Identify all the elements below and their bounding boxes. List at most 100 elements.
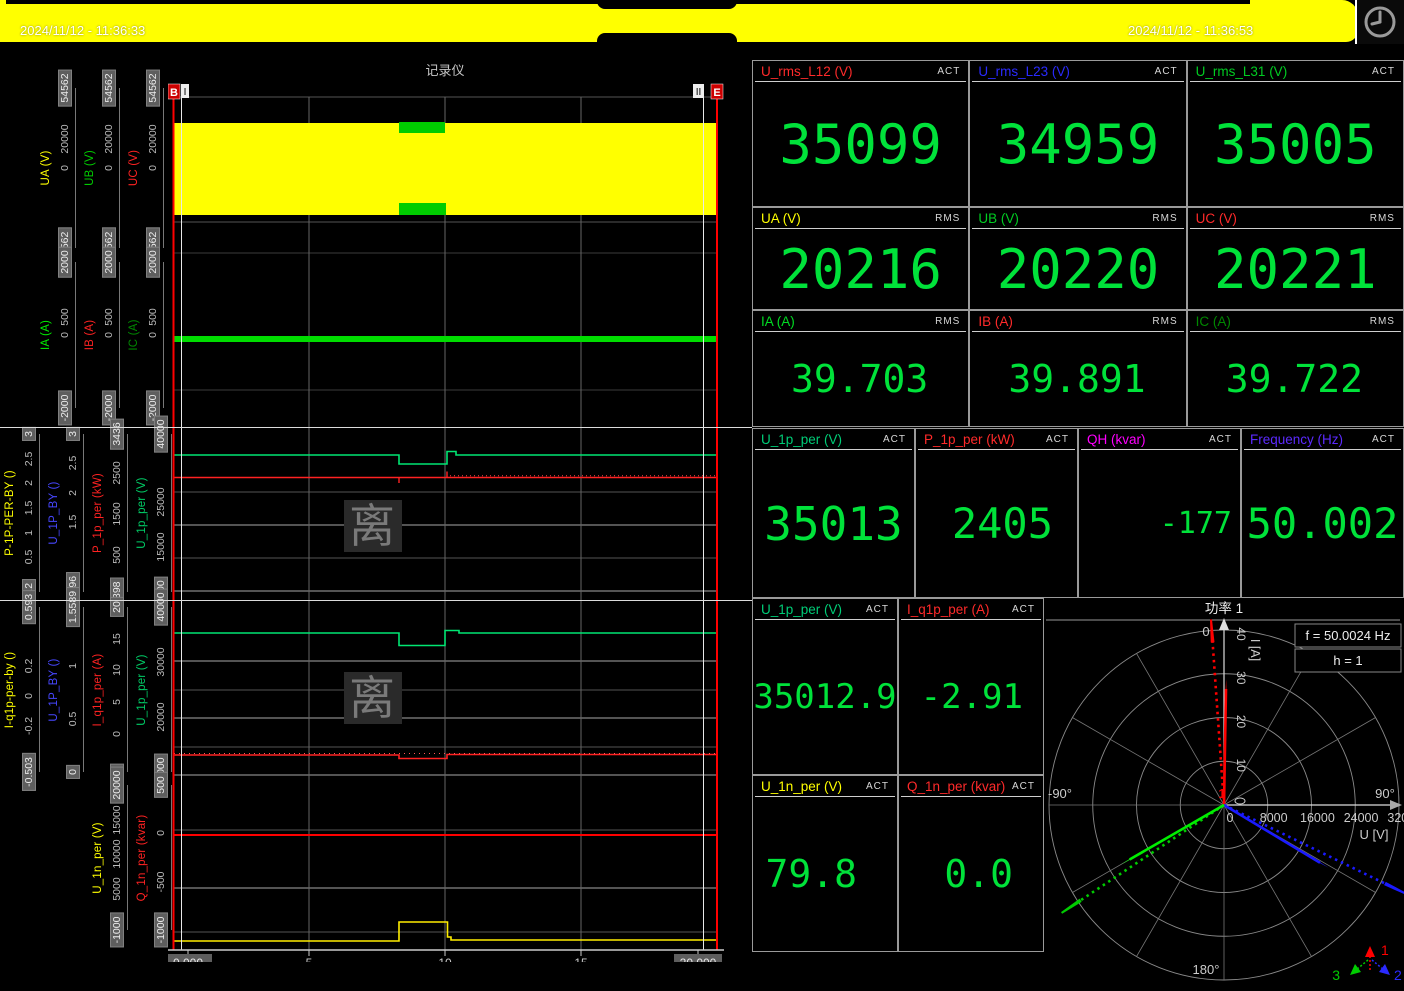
meter-mode: ACT: [1372, 64, 1395, 77]
axis-tick[interactable]: 0.2: [23, 659, 35, 674]
axis-tick[interactable]: 0.5: [23, 550, 35, 565]
meter-qh-kvar-: QH (kvar)ACT-177: [1079, 429, 1240, 597]
axis-tick[interactable]: 25000: [155, 487, 167, 516]
begin-marker[interactable]: B: [168, 84, 180, 99]
axis-tick[interactable]: 54562: [102, 69, 116, 106]
axis-tick[interactable]: 2: [23, 480, 35, 486]
watermark: 离: [349, 672, 395, 724]
axis-tick[interactable]: 0: [147, 165, 159, 171]
axis-tick[interactable]: 500: [147, 308, 159, 326]
phasor-center-label: 1: [1218, 786, 1225, 801]
axis-tick[interactable]: 5: [111, 699, 123, 705]
recorder-region: 记录仪 UA (V)54562200000-54562UB (V)5456220…: [0, 42, 752, 991]
axis-tick[interactable]: 500: [111, 546, 123, 564]
axis-tick[interactable]: -1000: [154, 913, 168, 948]
axis-tick[interactable]: 15000: [111, 805, 123, 834]
axis-tick[interactable]: 2.5: [23, 451, 35, 466]
axis-tick[interactable]: 40000: [154, 415, 168, 452]
axis-tick[interactable]: 0: [111, 731, 123, 737]
meter-value: -177: [1079, 450, 1240, 597]
i-axis-label: I [A]: [1248, 639, 1262, 661]
axis-tick[interactable]: 0: [103, 332, 115, 338]
axis-tick[interactable]: 10000: [111, 839, 123, 868]
meter-mode: ACT: [1012, 779, 1035, 792]
axis-tick[interactable]: 54562: [58, 69, 72, 106]
axis-label: UA (V): [40, 150, 52, 185]
axis-tick[interactable]: 2500: [111, 461, 123, 484]
i-axis-tick: 30: [1234, 671, 1248, 685]
meter-label: QH (kvar): [1087, 432, 1146, 447]
axis-tick[interactable]: 1.5: [23, 501, 35, 516]
axis-line: [119, 88, 120, 248]
axis-tick[interactable]: 20000: [103, 124, 115, 153]
legend-2: 2: [1394, 967, 1402, 983]
axis-tick[interactable]: 0: [59, 332, 71, 338]
meter-value: 39.722: [1188, 332, 1403, 426]
axis-tick[interactable]: 1500: [111, 502, 123, 525]
meter-p-1p-per-kw-: P_1p_per (kW)ACT2405: [916, 429, 1077, 597]
axis-tick[interactable]: 1.5: [67, 515, 79, 530]
axis-tick[interactable]: 0.593: [22, 590, 36, 624]
axis-line: [75, 262, 76, 408]
axis-tick[interactable]: 2000: [146, 246, 160, 277]
axis-tick[interactable]: 3436: [110, 418, 124, 449]
axis-tick[interactable]: 20000: [155, 702, 167, 731]
phasor-info-1: h = 1: [1333, 653, 1362, 668]
clock-button[interactable]: [1357, 0, 1404, 44]
meter-u-rms-l12-v-: U_rms_L12 (V)ACT35099: [753, 61, 968, 206]
axis-tick[interactable]: 0: [147, 332, 159, 338]
axis-tick[interactable]: 0: [23, 693, 35, 699]
axis-tick[interactable]: 1: [67, 663, 79, 669]
axis-tick[interactable]: -1000: [110, 913, 124, 948]
axis-tick[interactable]: -500: [155, 871, 167, 892]
axis-tick[interactable]: 0.5: [67, 712, 79, 727]
axis-tick[interactable]: 40000: [154, 588, 168, 625]
axis-tick[interactable]: 3: [66, 427, 80, 441]
axis-line: [163, 262, 164, 408]
i-axis-tick: 20: [1234, 715, 1248, 729]
axis-tick[interactable]: 0: [66, 765, 80, 779]
axis-tick[interactable]: 500: [154, 772, 168, 798]
axis-tick[interactable]: 2: [67, 490, 79, 496]
clock-icon: [1357, 0, 1404, 44]
axis-tick[interactable]: 10: [111, 665, 123, 677]
axis-tick[interactable]: 20000: [147, 124, 159, 153]
meter-ua-v-: UA (V)RMS20216: [753, 208, 968, 309]
axis-tick[interactable]: 0: [103, 165, 115, 171]
axis-tick[interactable]: 5000: [111, 877, 123, 900]
axis-tick[interactable]: 2000: [58, 246, 72, 277]
axis-tick[interactable]: 500: [59, 308, 71, 326]
cursor-1-flag[interactable]: I: [181, 84, 189, 98]
meter-label: Q_1n_per (kvar): [907, 779, 1005, 794]
i-axis-tick: 40: [1234, 627, 1248, 641]
meter-u-1n-per-v-: U_1n_per (V)ACT79.8: [753, 776, 897, 951]
axis-tick[interactable]: 20000: [59, 124, 71, 153]
axis-tick[interactable]: 500: [103, 308, 115, 326]
meter-label: UB (V): [978, 211, 1019, 226]
start-timestamp: 2024/11/12 - 11:36:33: [20, 23, 145, 38]
end-marker[interactable]: E: [711, 84, 723, 99]
axis-tick[interactable]: -0.503: [22, 753, 36, 791]
meter-u-rms-l31-v-: U_rms_L31 (V)ACT35005: [1188, 61, 1403, 206]
axis-tick[interactable]: 15: [111, 633, 123, 645]
axis-tick[interactable]: 30000: [155, 647, 167, 676]
axis-tick[interactable]: 1: [23, 530, 35, 536]
angle-90: 90°: [1375, 786, 1395, 801]
axis-tick[interactable]: 54562: [146, 69, 160, 106]
axis-tick[interactable]: -0.2: [23, 717, 35, 735]
svg-text:E: E: [713, 87, 720, 99]
axis-tick[interactable]: 0: [59, 165, 71, 171]
axis-tick[interactable]: 2000: [102, 246, 116, 277]
axis-line: [83, 607, 84, 772]
cursor-2-flag[interactable]: II: [693, 84, 704, 98]
axis-tick[interactable]: 3: [22, 427, 36, 441]
axis-tick[interactable]: -2000: [58, 391, 72, 426]
axis-tick[interactable]: 1.5589: [66, 587, 80, 627]
axis-tick[interactable]: 15000: [155, 532, 167, 561]
meter-label: IB (A): [978, 314, 1013, 329]
axis-tick[interactable]: 2.5: [67, 456, 79, 471]
recorder-plot[interactable]: 离离BIIIE0.0005101520.000t (s): [168, 82, 724, 962]
axis-tick[interactable]: 20000: [110, 766, 124, 803]
meter-label: U_1n_per (V): [761, 779, 842, 794]
axis-tick[interactable]: 0: [155, 830, 167, 836]
